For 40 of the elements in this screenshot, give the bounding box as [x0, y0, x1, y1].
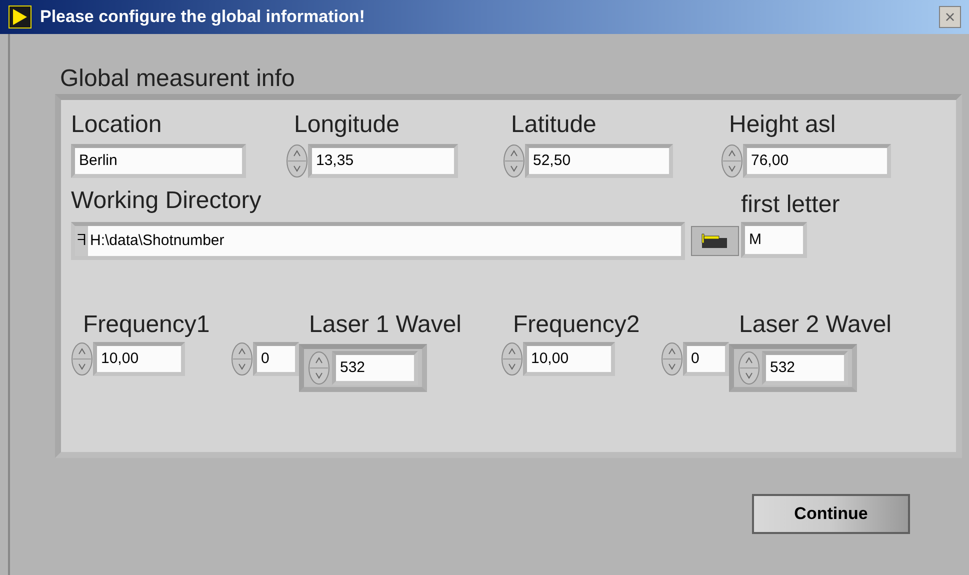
group-label: Global measurent info: [60, 64, 296, 94]
spinner-control[interactable]: [661, 342, 683, 376]
field-label: Frequency1: [83, 310, 211, 340]
field-label: Longitude: [294, 110, 400, 140]
field-label: Laser 2 Wavel: [739, 310, 892, 340]
field-label: first letter: [741, 190, 840, 220]
number-field[interactable]: 76,00: [743, 144, 891, 178]
spinner-control[interactable]: [738, 351, 760, 385]
continue-button[interactable]: Continue: [752, 494, 910, 534]
number-field[interactable]: 532: [762, 351, 848, 385]
number-field[interactable]: 52,50: [525, 144, 673, 178]
window-title: Please configure the global information!: [40, 6, 365, 28]
wavelength-control[interactable]: 532: [299, 344, 427, 392]
number-field[interactable]: 10,00: [93, 342, 185, 376]
folder-icon: [701, 233, 729, 249]
spinner-control[interactable]: [503, 144, 525, 178]
browse-button[interactable]: [691, 226, 739, 256]
spinner-control[interactable]: [721, 144, 743, 178]
field-label: Laser 1 Wavel: [309, 310, 462, 340]
wavelength-control[interactable]: 532: [729, 344, 857, 392]
field-label: Location: [71, 110, 163, 140]
spinner-control[interactable]: [231, 342, 253, 376]
spinner-control[interactable]: [308, 351, 330, 385]
spinner-control[interactable]: [501, 342, 523, 376]
field-label: Height asl: [729, 110, 837, 140]
number-field[interactable]: 13,35: [308, 144, 458, 178]
field-label: Working Directory: [71, 186, 262, 216]
number-field[interactable]: 532: [332, 351, 418, 385]
field-label: Frequency2: [513, 310, 641, 340]
spinner-control[interactable]: [71, 342, 93, 376]
number-field[interactable]: 0: [683, 342, 729, 376]
path-field[interactable]: ᖷ H:\data\Shotnumber: [71, 222, 685, 260]
number-field[interactable]: 0: [253, 342, 299, 376]
close-button[interactable]: ×: [939, 6, 961, 28]
text-field[interactable]: M: [741, 222, 807, 258]
field-label: Latitude: [511, 110, 598, 140]
text-field[interactable]: Berlin: [71, 144, 246, 178]
number-field[interactable]: 10,00: [523, 342, 615, 376]
app-icon: [8, 5, 32, 29]
spinner-control[interactable]: [286, 144, 308, 178]
